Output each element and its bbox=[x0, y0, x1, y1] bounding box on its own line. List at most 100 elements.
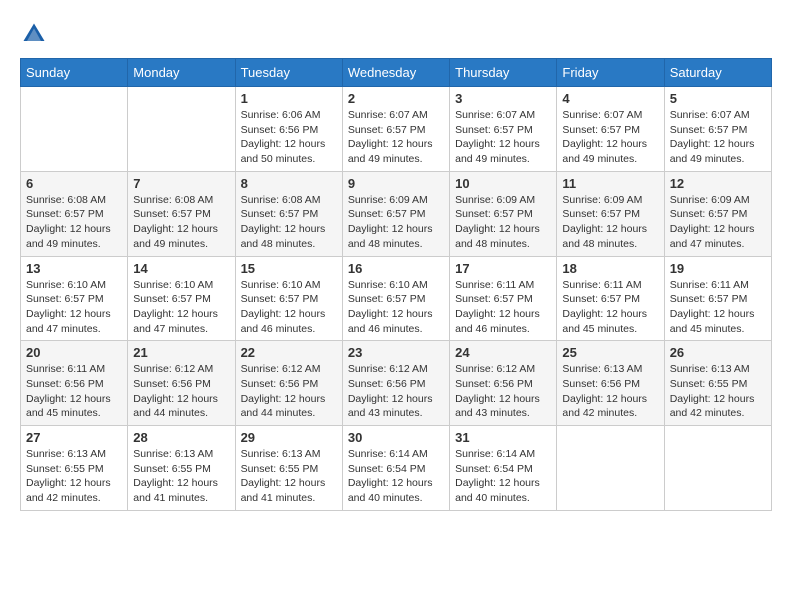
day-number: 22 bbox=[241, 345, 337, 360]
calendar-cell bbox=[557, 426, 664, 511]
calendar-week-row: 6 Sunrise: 6:08 AM Sunset: 6:57 PM Daylig… bbox=[21, 171, 772, 256]
day-info: Sunrise: 6:08 AM Sunset: 6:57 PM Dayligh… bbox=[133, 193, 229, 252]
calendar-week-row: 20 Sunrise: 6:11 AM Sunset: 6:56 PM Dayli… bbox=[21, 341, 772, 426]
weekday-header-saturday: Saturday bbox=[664, 59, 771, 87]
page-header bbox=[20, 20, 772, 48]
day-number: 1 bbox=[241, 91, 337, 106]
calendar-cell: 11 Sunrise: 6:09 AM Sunset: 6:57 PM Dayli… bbox=[557, 171, 664, 256]
weekday-header-row: SundayMondayTuesdayWednesdayThursdayFrid… bbox=[21, 59, 772, 87]
logo bbox=[20, 20, 52, 48]
day-info: Sunrise: 6:12 AM Sunset: 6:56 PM Dayligh… bbox=[455, 362, 551, 421]
calendar-cell: 2 Sunrise: 6:07 AM Sunset: 6:57 PM Daylig… bbox=[342, 87, 449, 172]
day-number: 27 bbox=[26, 430, 122, 445]
day-number: 17 bbox=[455, 261, 551, 276]
calendar-cell bbox=[21, 87, 128, 172]
calendar-cell: 24 Sunrise: 6:12 AM Sunset: 6:56 PM Dayli… bbox=[450, 341, 557, 426]
weekday-header-monday: Monday bbox=[128, 59, 235, 87]
calendar-cell bbox=[128, 87, 235, 172]
day-info: Sunrise: 6:10 AM Sunset: 6:57 PM Dayligh… bbox=[26, 278, 122, 337]
day-info: Sunrise: 6:09 AM Sunset: 6:57 PM Dayligh… bbox=[455, 193, 551, 252]
day-info: Sunrise: 6:13 AM Sunset: 6:55 PM Dayligh… bbox=[133, 447, 229, 506]
calendar-cell: 28 Sunrise: 6:13 AM Sunset: 6:55 PM Dayli… bbox=[128, 426, 235, 511]
weekday-header-wednesday: Wednesday bbox=[342, 59, 449, 87]
day-number: 9 bbox=[348, 176, 444, 191]
calendar-cell: 30 Sunrise: 6:14 AM Sunset: 6:54 PM Dayli… bbox=[342, 426, 449, 511]
day-info: Sunrise: 6:13 AM Sunset: 6:55 PM Dayligh… bbox=[670, 362, 766, 421]
day-number: 2 bbox=[348, 91, 444, 106]
day-info: Sunrise: 6:10 AM Sunset: 6:57 PM Dayligh… bbox=[241, 278, 337, 337]
day-info: Sunrise: 6:11 AM Sunset: 6:57 PM Dayligh… bbox=[670, 278, 766, 337]
calendar-week-row: 27 Sunrise: 6:13 AM Sunset: 6:55 PM Dayli… bbox=[21, 426, 772, 511]
day-info: Sunrise: 6:12 AM Sunset: 6:56 PM Dayligh… bbox=[241, 362, 337, 421]
day-info: Sunrise: 6:09 AM Sunset: 6:57 PM Dayligh… bbox=[348, 193, 444, 252]
day-info: Sunrise: 6:06 AM Sunset: 6:56 PM Dayligh… bbox=[241, 108, 337, 167]
calendar-cell: 8Sunrise: 6:08 AM Sunset: 6:57 PM Daylig… bbox=[235, 171, 342, 256]
day-info: Sunrise: 6:07 AM Sunset: 6:57 PM Dayligh… bbox=[670, 108, 766, 167]
day-info: Sunrise: 6:13 AM Sunset: 6:56 PM Dayligh… bbox=[562, 362, 658, 421]
day-number: 23 bbox=[348, 345, 444, 360]
calendar-cell: 14 Sunrise: 6:10 AM Sunset: 6:57 PM Dayli… bbox=[128, 256, 235, 341]
calendar-cell: 22 Sunrise: 6:12 AM Sunset: 6:56 PM Dayli… bbox=[235, 341, 342, 426]
calendar-cell: 12Sunrise: 6:09 AM Sunset: 6:57 PM Dayli… bbox=[664, 171, 771, 256]
calendar-cell: 7 Sunrise: 6:08 AM Sunset: 6:57 PM Daylig… bbox=[128, 171, 235, 256]
calendar-cell: 6 Sunrise: 6:08 AM Sunset: 6:57 PM Daylig… bbox=[21, 171, 128, 256]
day-info: Sunrise: 6:11 AM Sunset: 6:57 PM Dayligh… bbox=[455, 278, 551, 337]
weekday-header-sunday: Sunday bbox=[21, 59, 128, 87]
day-number: 7 bbox=[133, 176, 229, 191]
calendar-cell: 19 Sunrise: 6:11 AM Sunset: 6:57 PM Dayli… bbox=[664, 256, 771, 341]
day-number: 13 bbox=[26, 261, 122, 276]
day-info: Sunrise: 6:11 AM Sunset: 6:56 PM Dayligh… bbox=[26, 362, 122, 421]
day-info: Sunrise: 6:10 AM Sunset: 6:57 PM Dayligh… bbox=[348, 278, 444, 337]
day-info: Sunrise: 6:07 AM Sunset: 6:57 PM Dayligh… bbox=[562, 108, 658, 167]
day-number: 30 bbox=[348, 430, 444, 445]
day-info: Sunrise: 6:13 AM Sunset: 6:55 PM Dayligh… bbox=[26, 447, 122, 506]
day-number: 20 bbox=[26, 345, 122, 360]
day-number: 10 bbox=[455, 176, 551, 191]
day-number: 3 bbox=[455, 91, 551, 106]
day-number: 18 bbox=[562, 261, 658, 276]
day-number: 14 bbox=[133, 261, 229, 276]
calendar-cell: 18 Sunrise: 6:11 AM Sunset: 6:57 PM Dayli… bbox=[557, 256, 664, 341]
day-number: 28 bbox=[133, 430, 229, 445]
day-info: Sunrise: 6:08 AM Sunset: 6:57 PM Dayligh… bbox=[26, 193, 122, 252]
calendar-cell: 23Sunrise: 6:12 AM Sunset: 6:56 PM Dayli… bbox=[342, 341, 449, 426]
day-info: Sunrise: 6:14 AM Sunset: 6:54 PM Dayligh… bbox=[455, 447, 551, 506]
day-number: 24 bbox=[455, 345, 551, 360]
day-info: Sunrise: 6:13 AM Sunset: 6:55 PM Dayligh… bbox=[241, 447, 337, 506]
calendar-week-row: 13 Sunrise: 6:10 AM Sunset: 6:57 PM Dayli… bbox=[21, 256, 772, 341]
day-number: 16 bbox=[348, 261, 444, 276]
calendar-table: SundayMondayTuesdayWednesdayThursdayFrid… bbox=[20, 58, 772, 511]
calendar-cell: 9 Sunrise: 6:09 AM Sunset: 6:57 PM Daylig… bbox=[342, 171, 449, 256]
calendar-cell: 15 Sunrise: 6:10 AM Sunset: 6:57 PM Dayli… bbox=[235, 256, 342, 341]
day-info: Sunrise: 6:09 AM Sunset: 6:57 PM Dayligh… bbox=[562, 193, 658, 252]
day-number: 15 bbox=[241, 261, 337, 276]
day-info: Sunrise: 6:12 AM Sunset: 6:56 PM Dayligh… bbox=[133, 362, 229, 421]
calendar-week-row: 1 Sunrise: 6:06 AM Sunset: 6:56 PM Daylig… bbox=[21, 87, 772, 172]
calendar-cell bbox=[664, 426, 771, 511]
day-number: 11 bbox=[562, 176, 658, 191]
calendar-cell: 26 Sunrise: 6:13 AM Sunset: 6:55 PM Dayli… bbox=[664, 341, 771, 426]
calendar-cell: 17 Sunrise: 6:11 AM Sunset: 6:57 PM Dayli… bbox=[450, 256, 557, 341]
calendar-body: 1 Sunrise: 6:06 AM Sunset: 6:56 PM Daylig… bbox=[21, 87, 772, 511]
day-info: Sunrise: 6:11 AM Sunset: 6:57 PM Dayligh… bbox=[562, 278, 658, 337]
day-info: Sunrise: 6:10 AM Sunset: 6:57 PM Dayligh… bbox=[133, 278, 229, 337]
day-info: Sunrise: 6:14 AM Sunset: 6:54 PM Dayligh… bbox=[348, 447, 444, 506]
day-number: 25 bbox=[562, 345, 658, 360]
day-number: 21 bbox=[133, 345, 229, 360]
day-info: Sunrise: 6:09 AM Sunset: 6:57 PM Dayligh… bbox=[670, 193, 766, 252]
calendar-cell: 25 Sunrise: 6:13 AM Sunset: 6:56 PM Dayli… bbox=[557, 341, 664, 426]
day-number: 6 bbox=[26, 176, 122, 191]
calendar-cell: 29 Sunrise: 6:13 AM Sunset: 6:55 PM Dayli… bbox=[235, 426, 342, 511]
day-number: 26 bbox=[670, 345, 766, 360]
day-info: Sunrise: 6:07 AM Sunset: 6:57 PM Dayligh… bbox=[348, 108, 444, 167]
day-number: 5 bbox=[670, 91, 766, 106]
calendar-cell: 27 Sunrise: 6:13 AM Sunset: 6:55 PM Dayli… bbox=[21, 426, 128, 511]
calendar-cell: 5 Sunrise: 6:07 AM Sunset: 6:57 PM Daylig… bbox=[664, 87, 771, 172]
day-info: Sunrise: 6:08 AM Sunset: 6:57 PM Dayligh… bbox=[241, 193, 337, 252]
weekday-header-friday: Friday bbox=[557, 59, 664, 87]
day-number: 19 bbox=[670, 261, 766, 276]
calendar-cell: 20 Sunrise: 6:11 AM Sunset: 6:56 PM Dayli… bbox=[21, 341, 128, 426]
calendar-cell: 3Sunrise: 6:07 AM Sunset: 6:57 PM Daylig… bbox=[450, 87, 557, 172]
day-number: 4 bbox=[562, 91, 658, 106]
day-number: 29 bbox=[241, 430, 337, 445]
